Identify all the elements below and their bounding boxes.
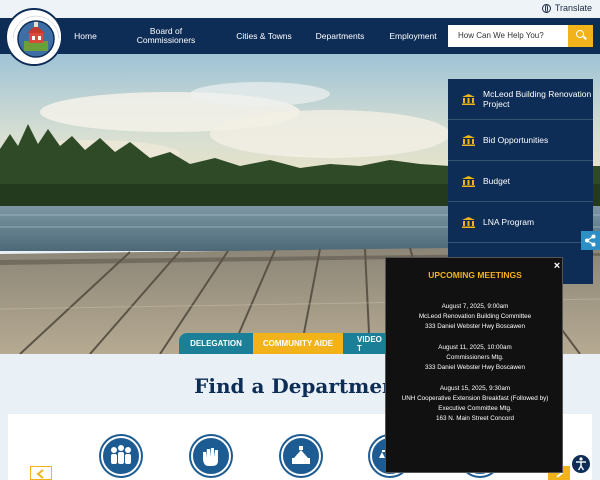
tab-delegation[interactable]: DELEGATION (179, 333, 253, 354)
upcoming-meetings-popup: × UPCOMING MEETINGS August 7, 2025, 9:00… (385, 257, 563, 473)
globe-icon (541, 3, 551, 13)
accessibility-icon (576, 457, 586, 471)
meeting-item[interactable]: August 7, 2025, 9:00am McLeod Renovation… (386, 302, 564, 332)
nav-departments[interactable]: Departments (307, 18, 373, 54)
popup-title: UPCOMING MEETINGS (428, 270, 522, 280)
quick-link-label: McLeod Building Renovation Project (483, 88, 592, 109)
translate-label: Translate (554, 3, 592, 13)
building-icon (462, 134, 475, 146)
share-button[interactable] (581, 231, 600, 250)
meeting-name: UNH Cooperative Extension Breakfast (Fol… (401, 395, 549, 412)
meeting-location: 333 Daniel Webster Hwy Boscawen (425, 364, 525, 371)
meeting-location: 163 N. Main Street Concord (435, 415, 515, 422)
meeting-name: McLeod Renovation Building Committee (418, 313, 532, 320)
nav-employment[interactable]: Employment (382, 18, 444, 54)
translate-button[interactable]: Translate (541, 3, 592, 13)
building-icon (462, 175, 475, 187)
quick-link-label: LNA Program (483, 216, 535, 227)
nav-board-of-commissioners[interactable]: Board of Commissioners (128, 18, 204, 54)
utility-bar: Translate (0, 0, 600, 18)
tab-community-aide[interactable]: COMMUNITY AIDE (253, 333, 343, 354)
quick-link-label: Budget (483, 175, 510, 186)
nav-cities-towns[interactable]: Cities & Towns (236, 18, 292, 54)
search-button[interactable] (568, 25, 593, 47)
department-icon-services[interactable] (191, 436, 231, 476)
accessibility-button[interactable] (570, 453, 592, 475)
meeting-date: August 7, 2025, 9:00am (441, 303, 509, 310)
meeting-item[interactable]: August 15, 2025, 9:30am UNH Cooperative … (386, 384, 564, 424)
search-icon (576, 30, 584, 38)
quick-link-lna-program[interactable]: LNA Program (448, 202, 593, 243)
quick-links-panel: McLeod Building Renovation Project Bid O… (448, 79, 593, 284)
search-input[interactable]: How Can We Help You? (448, 25, 568, 47)
department-icon-community[interactable] (101, 436, 141, 476)
meeting-date: August 11, 2025, 10:00am (438, 344, 512, 351)
meeting-item[interactable]: August 11, 2025, 10:00am Commissioners M… (386, 343, 564, 373)
building-icon (462, 216, 475, 228)
meeting-name: Commissioners Mtg. (446, 354, 504, 361)
meeting-location: 333 Daniel Webster Hwy Boscawen (425, 323, 525, 330)
share-icon (585, 234, 596, 247)
hand-icon (203, 448, 218, 466)
meeting-date: August 15, 2025, 9:30am (439, 385, 511, 392)
people-icon (111, 445, 131, 464)
main-nav: Home Board of Commissioners Cities & Tow… (0, 18, 600, 54)
quick-link-label: Bid Opportunities (483, 134, 549, 145)
county-seal-logo[interactable] (5, 8, 63, 66)
carousel-prev-button[interactable] (30, 466, 52, 480)
quick-link-mcleod-renovation[interactable]: McLeod Building Renovation Project (448, 79, 593, 120)
building-icon (462, 93, 475, 105)
quick-link-bid-opportunities[interactable]: Bid Opportunities (448, 120, 593, 161)
quick-link-budget[interactable]: Budget (448, 161, 593, 202)
tab-video[interactable]: VIDEO T (343, 333, 385, 354)
department-icon-facilities[interactable] (281, 436, 321, 476)
chevron-left-icon (36, 469, 44, 479)
nav-home[interactable]: Home (68, 18, 103, 54)
tools-icon (292, 446, 310, 464)
